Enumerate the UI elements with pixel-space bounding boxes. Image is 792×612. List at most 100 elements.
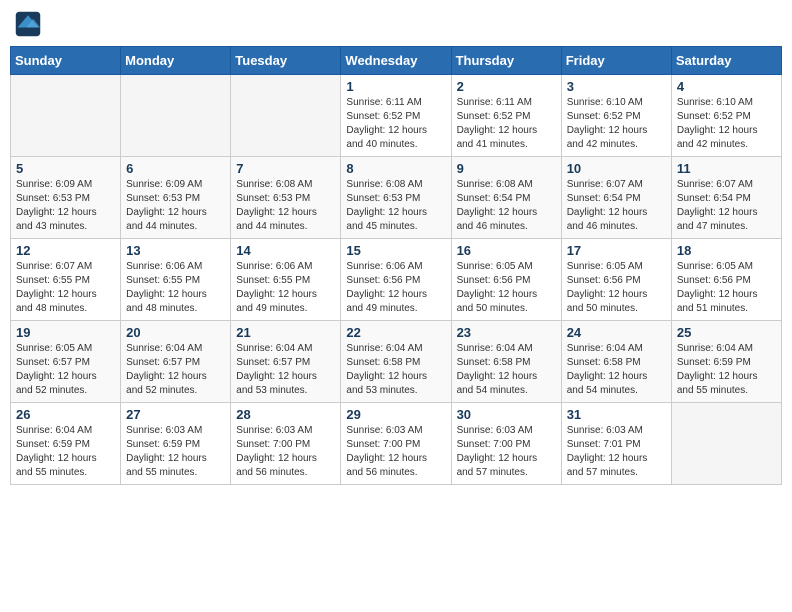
day-number: 10 — [567, 161, 666, 176]
day-number: 3 — [567, 79, 666, 94]
calendar-cell: 21 Sunrise: 6:04 AM Sunset: 6:57 PM Dayli… — [231, 321, 341, 403]
calendar-cell: 4 Sunrise: 6:10 AM Sunset: 6:52 PM Daylig… — [671, 75, 781, 157]
calendar-cell: 8 Sunrise: 6:08 AM Sunset: 6:53 PM Daylig… — [341, 157, 451, 239]
calendar-cell: 9 Sunrise: 6:08 AM Sunset: 6:54 PM Daylig… — [451, 157, 561, 239]
day-number: 27 — [126, 407, 225, 422]
day-info: Sunrise: 6:05 AM Sunset: 6:56 PM Dayligh… — [567, 260, 666, 316]
day-info: Sunrise: 6:04 AM Sunset: 6:59 PM Dayligh… — [677, 342, 776, 398]
day-info: Sunrise: 6:04 AM Sunset: 6:57 PM Dayligh… — [236, 342, 335, 398]
day-number: 13 — [126, 243, 225, 258]
day-number: 14 — [236, 243, 335, 258]
calendar-week-row: 12 Sunrise: 6:07 AM Sunset: 6:55 PM Dayli… — [11, 239, 782, 321]
calendar-table: SundayMondayTuesdayWednesdayThursdayFrid… — [10, 46, 782, 485]
day-info: Sunrise: 6:10 AM Sunset: 6:52 PM Dayligh… — [567, 96, 666, 152]
weekday-header: Wednesday — [341, 47, 451, 75]
calendar-cell: 2Sunrise: 6:11 AM Sunset: 6:52 PM Daylig… — [451, 75, 561, 157]
calendar-cell: 15Sunrise: 6:06 AM Sunset: 6:56 PM Dayli… — [341, 239, 451, 321]
calendar-cell: 11 Sunrise: 6:07 AM Sunset: 6:54 PM Dayli… — [671, 157, 781, 239]
calendar-cell: 16Sunrise: 6:05 AM Sunset: 6:56 PM Dayli… — [451, 239, 561, 321]
calendar-cell: 10 Sunrise: 6:07 AM Sunset: 6:54 PM Dayli… — [561, 157, 671, 239]
day-number: 24 — [567, 325, 666, 340]
calendar-cell: 30 Sunrise: 6:03 AM Sunset: 7:00 PM Dayli… — [451, 403, 561, 485]
calendar-cell: 12 Sunrise: 6:07 AM Sunset: 6:55 PM Dayli… — [11, 239, 121, 321]
day-number: 31 — [567, 407, 666, 422]
day-info: Sunrise: 6:07 AM Sunset: 6:54 PM Dayligh… — [567, 178, 666, 234]
day-info: Sunrise: 6:08 AM Sunset: 6:54 PM Dayligh… — [457, 178, 556, 234]
calendar-week-row: 19 Sunrise: 6:05 AM Sunset: 6:57 PM Dayli… — [11, 321, 782, 403]
day-number: 5 — [16, 161, 115, 176]
day-info: Sunrise: 6:05 AM Sunset: 6:57 PM Dayligh… — [16, 342, 115, 398]
day-number: 20 — [126, 325, 225, 340]
calendar-cell: 29 Sunrise: 6:03 AM Sunset: 7:00 PM Dayli… — [341, 403, 451, 485]
weekday-header: Thursday — [451, 47, 561, 75]
day-info: Sunrise: 6:11 AM Sunset: 6:52 PM Dayligh… — [457, 96, 556, 152]
calendar-cell: 31 Sunrise: 6:03 AM Sunset: 7:01 PM Dayli… — [561, 403, 671, 485]
page-header — [10, 10, 782, 38]
day-number: 28 — [236, 407, 335, 422]
calendar-cell: 24 Sunrise: 6:04 AM Sunset: 6:58 PM Dayli… — [561, 321, 671, 403]
day-info: Sunrise: 6:04 AM Sunset: 6:59 PM Dayligh… — [16, 424, 115, 480]
calendar-week-row: 5 Sunrise: 6:09 AM Sunset: 6:53 PM Daylig… — [11, 157, 782, 239]
day-info: Sunrise: 6:06 AM Sunset: 6:55 PM Dayligh… — [236, 260, 335, 316]
calendar-cell — [11, 75, 121, 157]
calendar-cell: 3 Sunrise: 6:10 AM Sunset: 6:52 PM Daylig… — [561, 75, 671, 157]
calendar-cell: 13 Sunrise: 6:06 AM Sunset: 6:55 PM Dayli… — [121, 239, 231, 321]
weekday-header-row: SundayMondayTuesdayWednesdayThursdayFrid… — [11, 47, 782, 75]
day-number: 29 — [346, 407, 445, 422]
day-info: Sunrise: 6:09 AM Sunset: 6:53 PM Dayligh… — [126, 178, 225, 234]
day-number: 12 — [16, 243, 115, 258]
calendar-cell: 17Sunrise: 6:05 AM Sunset: 6:56 PM Dayli… — [561, 239, 671, 321]
day-number: 23 — [457, 325, 556, 340]
weekday-header: Saturday — [671, 47, 781, 75]
day-number: 6 — [126, 161, 225, 176]
day-number: 22 — [346, 325, 445, 340]
day-info: Sunrise: 6:10 AM Sunset: 6:52 PM Dayligh… — [677, 96, 776, 152]
day-number: 15 — [346, 243, 445, 258]
calendar-cell: 14 Sunrise: 6:06 AM Sunset: 6:55 PM Dayli… — [231, 239, 341, 321]
calendar-cell: 1 Sunrise: 6:11 AM Sunset: 6:52 PM Daylig… — [341, 75, 451, 157]
day-number: 9 — [457, 161, 556, 176]
calendar-cell: 23Sunrise: 6:04 AM Sunset: 6:58 PM Dayli… — [451, 321, 561, 403]
day-info: Sunrise: 6:11 AM Sunset: 6:52 PM Dayligh… — [346, 96, 445, 152]
day-info: Sunrise: 6:07 AM Sunset: 6:54 PM Dayligh… — [677, 178, 776, 234]
day-info: Sunrise: 6:03 AM Sunset: 6:59 PM Dayligh… — [126, 424, 225, 480]
calendar-cell: 6 Sunrise: 6:09 AM Sunset: 6:53 PM Daylig… — [121, 157, 231, 239]
day-number: 16 — [457, 243, 556, 258]
calendar-cell: 22 Sunrise: 6:04 AM Sunset: 6:58 PM Dayli… — [341, 321, 451, 403]
calendar-cell: 18Sunrise: 6:05 AM Sunset: 6:56 PM Dayli… — [671, 239, 781, 321]
day-info: Sunrise: 6:03 AM Sunset: 7:00 PM Dayligh… — [236, 424, 335, 480]
day-number: 7 — [236, 161, 335, 176]
day-info: Sunrise: 6:08 AM Sunset: 6:53 PM Dayligh… — [236, 178, 335, 234]
day-info: Sunrise: 6:04 AM Sunset: 6:58 PM Dayligh… — [346, 342, 445, 398]
calendar-week-row: 26 Sunrise: 6:04 AM Sunset: 6:59 PM Dayli… — [11, 403, 782, 485]
day-info: Sunrise: 6:03 AM Sunset: 7:00 PM Dayligh… — [346, 424, 445, 480]
logo — [14, 10, 46, 38]
day-number: 25 — [677, 325, 776, 340]
day-info: Sunrise: 6:04 AM Sunset: 6:57 PM Dayligh… — [126, 342, 225, 398]
day-number: 11 — [677, 161, 776, 176]
weekday-header: Tuesday — [231, 47, 341, 75]
day-number: 30 — [457, 407, 556, 422]
day-info: Sunrise: 6:04 AM Sunset: 6:58 PM Dayligh… — [567, 342, 666, 398]
weekday-header: Friday — [561, 47, 671, 75]
day-number: 19 — [16, 325, 115, 340]
day-number: 21 — [236, 325, 335, 340]
weekday-header: Monday — [121, 47, 231, 75]
day-info: Sunrise: 6:03 AM Sunset: 7:01 PM Dayligh… — [567, 424, 666, 480]
calendar-cell: 27 Sunrise: 6:03 AM Sunset: 6:59 PM Dayli… — [121, 403, 231, 485]
day-number: 8 — [346, 161, 445, 176]
calendar-cell — [231, 75, 341, 157]
weekday-header: Sunday — [11, 47, 121, 75]
calendar-cell: 20 Sunrise: 6:04 AM Sunset: 6:57 PM Dayli… — [121, 321, 231, 403]
day-info: Sunrise: 6:07 AM Sunset: 6:55 PM Dayligh… — [16, 260, 115, 316]
day-info: Sunrise: 6:06 AM Sunset: 6:55 PM Dayligh… — [126, 260, 225, 316]
day-info: Sunrise: 6:08 AM Sunset: 6:53 PM Dayligh… — [346, 178, 445, 234]
calendar-cell — [121, 75, 231, 157]
calendar-week-row: 1 Sunrise: 6:11 AM Sunset: 6:52 PM Daylig… — [11, 75, 782, 157]
day-number: 26 — [16, 407, 115, 422]
day-number: 4 — [677, 79, 776, 94]
calendar-cell: 26 Sunrise: 6:04 AM Sunset: 6:59 PM Dayli… — [11, 403, 121, 485]
day-info: Sunrise: 6:03 AM Sunset: 7:00 PM Dayligh… — [457, 424, 556, 480]
day-info: Sunrise: 6:09 AM Sunset: 6:53 PM Dayligh… — [16, 178, 115, 234]
day-number: 1 — [346, 79, 445, 94]
